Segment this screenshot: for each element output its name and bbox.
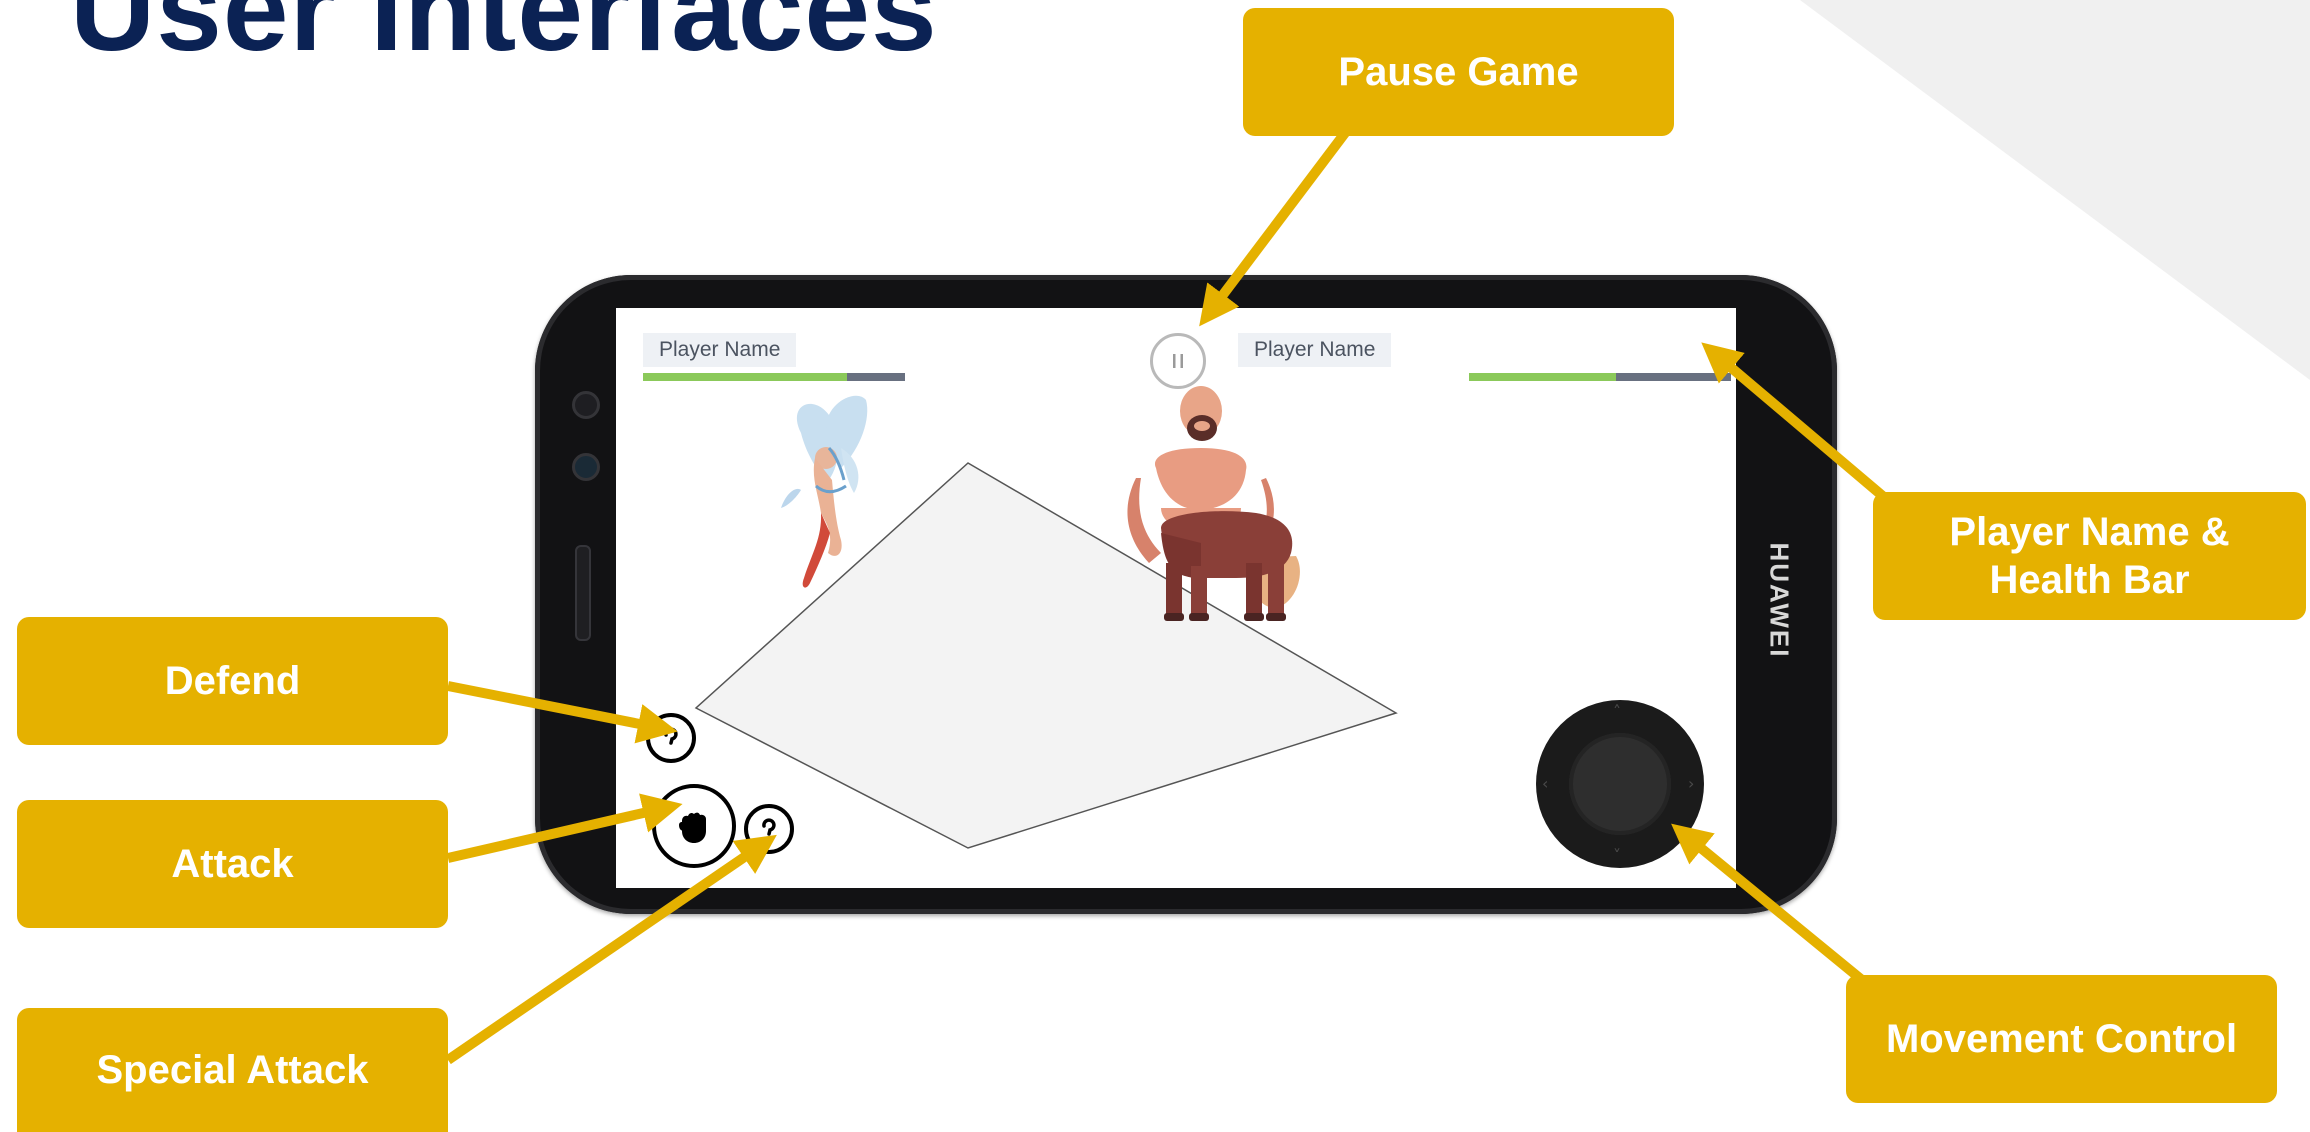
callout-special-attack: Special Attack — [17, 1008, 448, 1132]
health-arrow — [1701, 342, 1889, 502]
defend-arrow — [447, 681, 678, 744]
callout-player-health: Player Name & Health Bar — [1873, 492, 2306, 620]
callout-pause: Pause Game — [1243, 8, 1674, 136]
special-arrow — [445, 834, 777, 1065]
callout-movement: Movement Control — [1846, 975, 2277, 1103]
attack-arrow — [446, 793, 683, 863]
callout-attack: Attack — [17, 800, 448, 928]
movement-arrow — [1671, 823, 1866, 984]
pause-arrow — [1199, 129, 1349, 327]
callout-defend: Defend — [17, 617, 448, 745]
